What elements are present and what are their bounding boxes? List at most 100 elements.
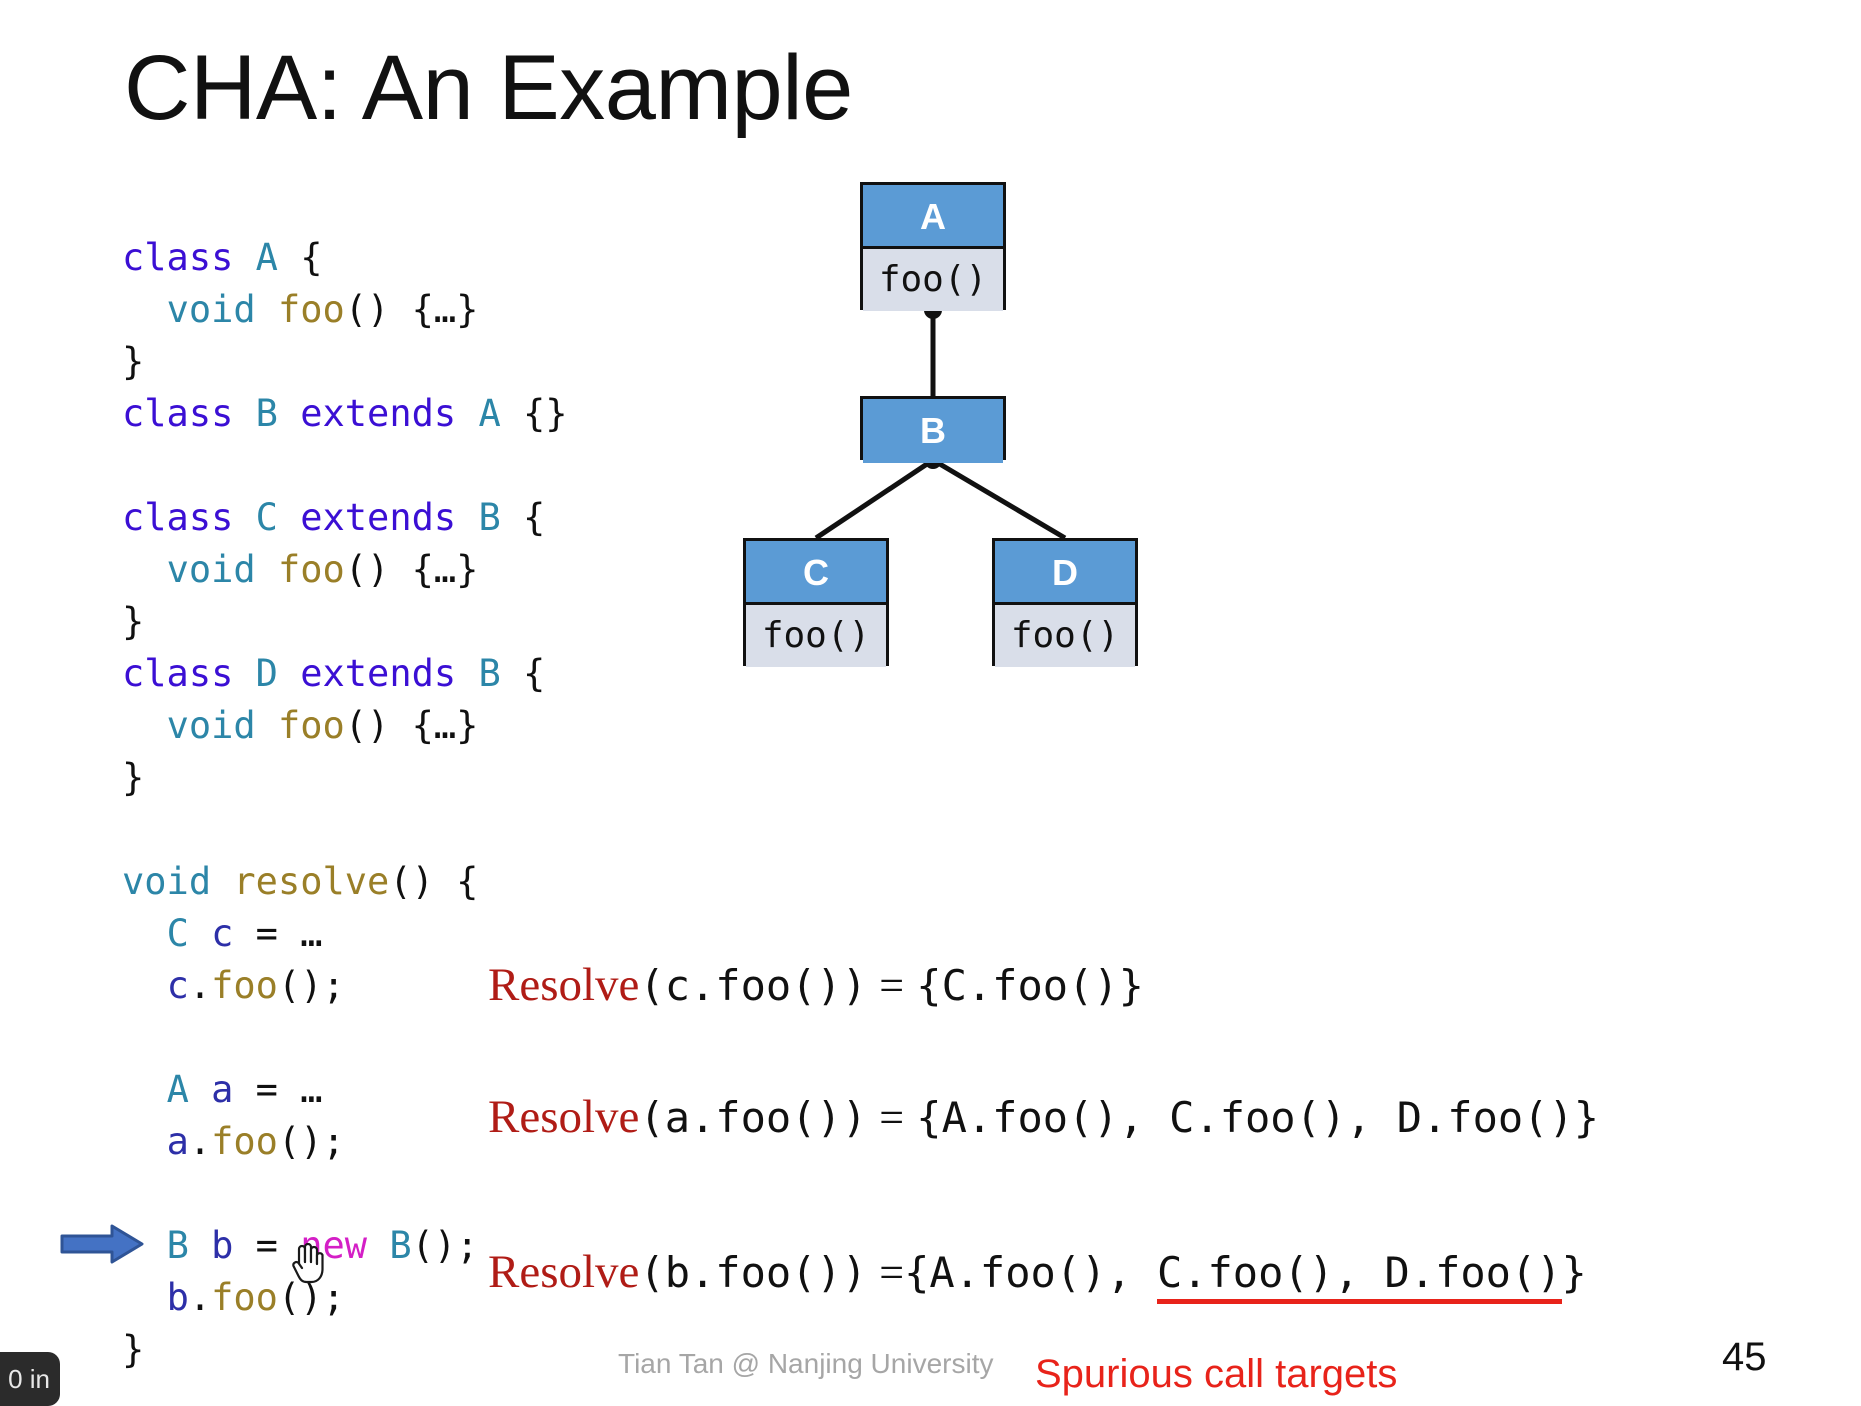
- resolve-result-suffix: }: [1561, 1248, 1587, 1297]
- uml-class-name-a: A: [863, 185, 1003, 249]
- code-token: B: [166, 1224, 189, 1267]
- code-line-5: class C extends B {: [122, 492, 568, 544]
- resolve-equation-a: Resolve(a.foo()) = {A.foo(), C.foo(), D.…: [488, 1090, 1599, 1144]
- code-token: void: [166, 548, 256, 591]
- code-line-4: [122, 440, 568, 492]
- code-token: void: [122, 860, 212, 903]
- resolve-label: Resolve: [488, 1246, 640, 1298]
- code-line-21: }: [122, 1324, 568, 1376]
- pointer-arrow-icon: [60, 1224, 144, 1264]
- page-title: CHA: An Example: [124, 37, 853, 139]
- footer-attribution: Tian Tan @ Nanjing University: [618, 1348, 994, 1379]
- code-token: () {: [389, 860, 479, 903]
- edge-b-c: [814, 457, 935, 541]
- code-token: {: [500, 652, 546, 695]
- code-token: foo: [277, 288, 345, 331]
- code-line-7: }: [122, 596, 568, 648]
- code-token: {}: [500, 392, 568, 435]
- code-line-12: void resolve() {: [122, 856, 568, 908]
- code-line-3: class B extends A {}: [122, 388, 568, 440]
- code-token: B: [389, 1224, 412, 1267]
- code-token: class: [122, 236, 234, 279]
- code-token: c: [211, 912, 234, 955]
- code-token: B: [478, 496, 501, 539]
- code-token: extends: [300, 496, 457, 539]
- resolve-result: {A.foo(), C.foo(), D.foo()}: [916, 1093, 1600, 1142]
- code-token: () {…}: [344, 288, 479, 331]
- code-token: extends: [300, 392, 457, 435]
- resolve-label: Resolve: [488, 1091, 640, 1143]
- code-line-10: }: [122, 752, 568, 804]
- code-token: ();: [277, 964, 345, 1007]
- code-line-9: void foo() {…}: [122, 700, 568, 752]
- code-token: a: [211, 1068, 234, 1111]
- code-token: C: [255, 496, 278, 539]
- hand-cursor-icon: [292, 1242, 324, 1284]
- code-token: .: [188, 1120, 212, 1163]
- code-token: = …: [233, 912, 323, 955]
- code-token: resolve: [233, 860, 390, 903]
- code-token: () {…}: [344, 548, 479, 591]
- resolve-label: Resolve: [488, 959, 640, 1011]
- code-listing: class A { void foo() {…}} class B extends…: [122, 232, 568, 1376]
- code-token: foo: [211, 1120, 278, 1163]
- code-token: void: [166, 288, 256, 331]
- code-token: A: [478, 392, 501, 435]
- resolve-argument: (b.foo()): [639, 1248, 867, 1297]
- uml-method-c: foo(): [746, 605, 886, 667]
- code-token: class: [122, 652, 234, 695]
- code-line-8: class D extends B {: [122, 648, 568, 700]
- code-token: b: [166, 1276, 189, 1319]
- uml-class-box-c: Cfoo(): [743, 538, 889, 667]
- code-line-0: class A {: [122, 232, 568, 284]
- code-token: {: [277, 236, 323, 279]
- edge-b-d: [931, 457, 1067, 541]
- code-line-2: }: [122, 336, 568, 388]
- code-token: B: [255, 392, 278, 435]
- code-token: {: [500, 496, 546, 539]
- uml-method-d: foo(): [995, 605, 1135, 667]
- code-token: class: [122, 496, 234, 539]
- resolve-argument: (a.foo()): [639, 1093, 867, 1142]
- code-token: foo: [211, 964, 278, 1007]
- code-token: ();: [277, 1120, 345, 1163]
- code-line-18: [122, 1168, 568, 1220]
- class-hierarchy-diagram: Afoo() B Cfoo() Dfoo(): [700, 170, 1220, 700]
- code-token: A: [166, 1068, 189, 1111]
- code-token: foo: [211, 1276, 278, 1319]
- code-token: foo: [277, 704, 345, 747]
- uml-class-box-b: B: [860, 396, 1006, 463]
- code-token: foo: [277, 548, 345, 591]
- code-token: class: [122, 392, 234, 435]
- spurious-targets-highlight: C.foo(), D.foo(): [1156, 1248, 1562, 1304]
- uml-class-box-d: Dfoo(): [992, 538, 1138, 667]
- uml-class-name-b: B: [863, 399, 1003, 463]
- resolve-argument: (c.foo()): [639, 961, 867, 1010]
